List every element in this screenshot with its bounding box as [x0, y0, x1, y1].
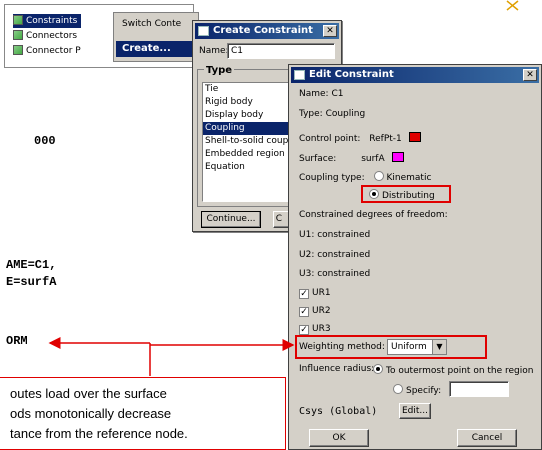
- context-menu: Switch Conte Create...: [113, 12, 199, 62]
- annotation-line-1: outes load over the surface: [10, 386, 167, 401]
- annotation-line-2: ods monotonically decrease: [10, 406, 172, 421]
- create-constraint-titlebar: Create Constraint ✕: [195, 23, 339, 39]
- influence-outermost-radio[interactable]: To outermost point on the region: [373, 364, 534, 376]
- close-icon[interactable]: ✕: [323, 25, 337, 37]
- code-line-3: E=surfA: [6, 275, 57, 289]
- coupling-distributing-radio[interactable]: Distributing: [369, 189, 435, 201]
- ok-button[interactable]: OK: [309, 429, 369, 447]
- csys-edit-button[interactable]: Edit...: [399, 403, 431, 419]
- weighting-select[interactable]: Uniform ▼: [387, 339, 447, 355]
- menu-item-switch-context[interactable]: Switch Conte: [122, 19, 181, 29]
- checkmark-icon: ✓: [299, 325, 309, 335]
- ur1-checkbox[interactable]: ✓ UR1: [299, 288, 331, 299]
- annotation-line-3: tance from the reference node.: [10, 426, 188, 441]
- cancel-button[interactable]: Cancel: [457, 429, 517, 447]
- surface-row: Surface: surfA: [299, 152, 404, 164]
- radio-icon: [373, 171, 384, 181]
- edit-constraint-dialog: Edit Constraint ✕ Name: C1 Type: Couplin…: [288, 64, 542, 450]
- connector-properties-icon: [13, 45, 23, 55]
- constraints-icon: [13, 15, 23, 25]
- control-point-row: Control point: RefPt-1: [299, 132, 421, 144]
- code-line-1: 000: [34, 134, 56, 148]
- u3-status: U3: constrained: [299, 269, 371, 279]
- tree-item-connector-properties[interactable]: Connector P: [13, 44, 81, 58]
- chevron-down-icon: ▼: [432, 340, 446, 354]
- code-line-4: ORM: [6, 334, 28, 348]
- annotation-box: outes load over the surface ods monotoni…: [0, 377, 286, 450]
- tree-item-constraints[interactable]: Constraints: [13, 14, 82, 28]
- constraint-type: Type: Coupling: [299, 109, 366, 119]
- u1-status: U1: constrained: [299, 230, 371, 240]
- control-point-swatch: [408, 132, 421, 142]
- u2-status: U2: constrained: [299, 250, 371, 260]
- edit-constraint-titlebar: Edit Constraint ✕: [291, 67, 539, 83]
- weighting-label: Weighting method:: [299, 342, 385, 352]
- influence-radius-label: Influence radius:: [299, 364, 375, 374]
- tree-item-connectors[interactable]: Connectors: [13, 29, 77, 43]
- cursor-icon: [506, 0, 519, 11]
- ur3-checkbox[interactable]: ✓ UR3: [299, 324, 331, 335]
- continue-button[interactable]: Continue...: [201, 211, 261, 228]
- checkmark-icon: ✓: [299, 289, 309, 299]
- ur2-checkbox[interactable]: ✓ UR2: [299, 306, 331, 317]
- close-icon[interactable]: ✕: [523, 69, 537, 81]
- radio-icon: [393, 384, 403, 394]
- type-heading: Type: [204, 65, 235, 76]
- window-icon: [294, 70, 305, 80]
- radio-selected-icon: [369, 189, 379, 199]
- code-line-2: AME=C1,: [6, 258, 57, 272]
- coupling-type-row: Coupling type: Kinematic: [299, 171, 432, 183]
- window-icon: [198, 26, 209, 36]
- control-point-value: RefPt-1: [369, 134, 402, 144]
- surface-value: surfA: [361, 154, 385, 164]
- influence-specify-radio[interactable]: Specify:: [393, 384, 441, 396]
- csys-label: Csys (Global): [299, 406, 378, 417]
- checkmark-icon: ✓: [299, 307, 309, 317]
- connectors-icon: [13, 30, 23, 40]
- menu-item-create[interactable]: Create...: [116, 41, 198, 57]
- name-field[interactable]: C1: [227, 43, 335, 59]
- radio-selected-icon: [373, 364, 383, 374]
- dof-heading: Constrained degrees of freedom:: [299, 210, 448, 220]
- name-label: Name:: [199, 46, 229, 56]
- influence-specify-field[interactable]: [449, 381, 509, 397]
- constraint-name: Name: C1: [299, 89, 344, 99]
- surface-swatch: [391, 152, 404, 162]
- model-tree-panel: Constraints Connectors Connector P Switc…: [4, 4, 199, 68]
- coupling-kinematic-radio[interactable]: Kinematic: [373, 171, 431, 183]
